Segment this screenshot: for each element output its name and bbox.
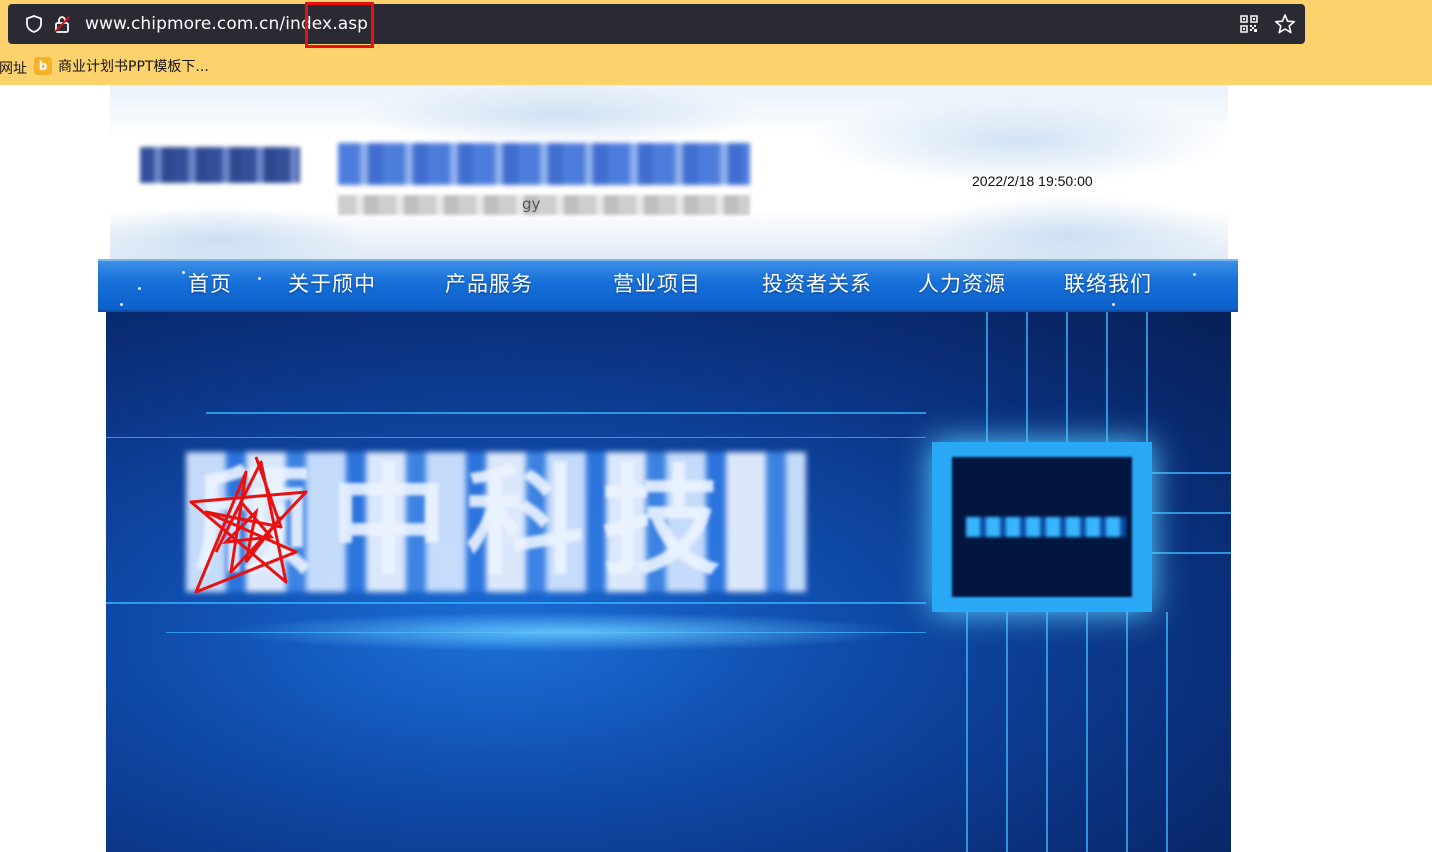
chip-graphic	[932, 442, 1152, 612]
datetime-display: 2022/2/18 19:50:00	[972, 173, 1093, 189]
nav-contact[interactable]: 联络我们	[1064, 268, 1152, 298]
bookmark-label: 商业计划书PPT模板下...	[58, 59, 209, 75]
nav-home[interactable]: 首页	[188, 268, 232, 298]
site-title	[338, 143, 750, 185]
url-highlight-box	[305, 2, 374, 48]
browser-toolbar: www.chipmore.com.cn/index.asp 网址 b 商业计划书…	[0, 0, 1432, 85]
red-scribble-annotation	[189, 456, 308, 594]
star-icon[interactable]	[1274, 13, 1296, 35]
lock-icon[interactable]	[52, 14, 72, 34]
bookmark-item[interactable]: b 商业计划书PPT模板下...	[34, 56, 209, 76]
bookmark-favicon: b	[34, 57, 52, 75]
shield-icon[interactable]	[24, 14, 44, 34]
bookmarks-bar: 网址 b 商业计划书PPT模板下...	[0, 53, 1432, 81]
nav-about[interactable]: 关于颀中	[288, 268, 376, 298]
hero-banner[interactable]: 颀中科技	[106, 312, 1231, 852]
url-bar[interactable]: www.chipmore.com.cn/index.asp	[8, 4, 1305, 44]
nav-hr[interactable]: 人力资源	[918, 268, 1006, 298]
site-header: gy 2022/2/18 19:50:00	[110, 85, 1228, 263]
site-subtitle	[338, 195, 750, 215]
qr-code-icon[interactable]	[1240, 15, 1258, 33]
nav-business[interactable]: 营业项目	[613, 268, 701, 298]
main-nav: 首页 关于颀中 产品服务 营业项目 投资者关系 人力资源 联络我们	[98, 259, 1238, 312]
bookmark-partial[interactable]: 网址	[0, 58, 27, 78]
nav-investors[interactable]: 投资者关系	[762, 268, 872, 298]
site-logo[interactable]	[140, 147, 300, 183]
site-subtitle-fragment: gy	[522, 195, 541, 213]
nav-products[interactable]: 产品服务	[445, 268, 533, 298]
chip-label-blur	[966, 517, 1126, 537]
